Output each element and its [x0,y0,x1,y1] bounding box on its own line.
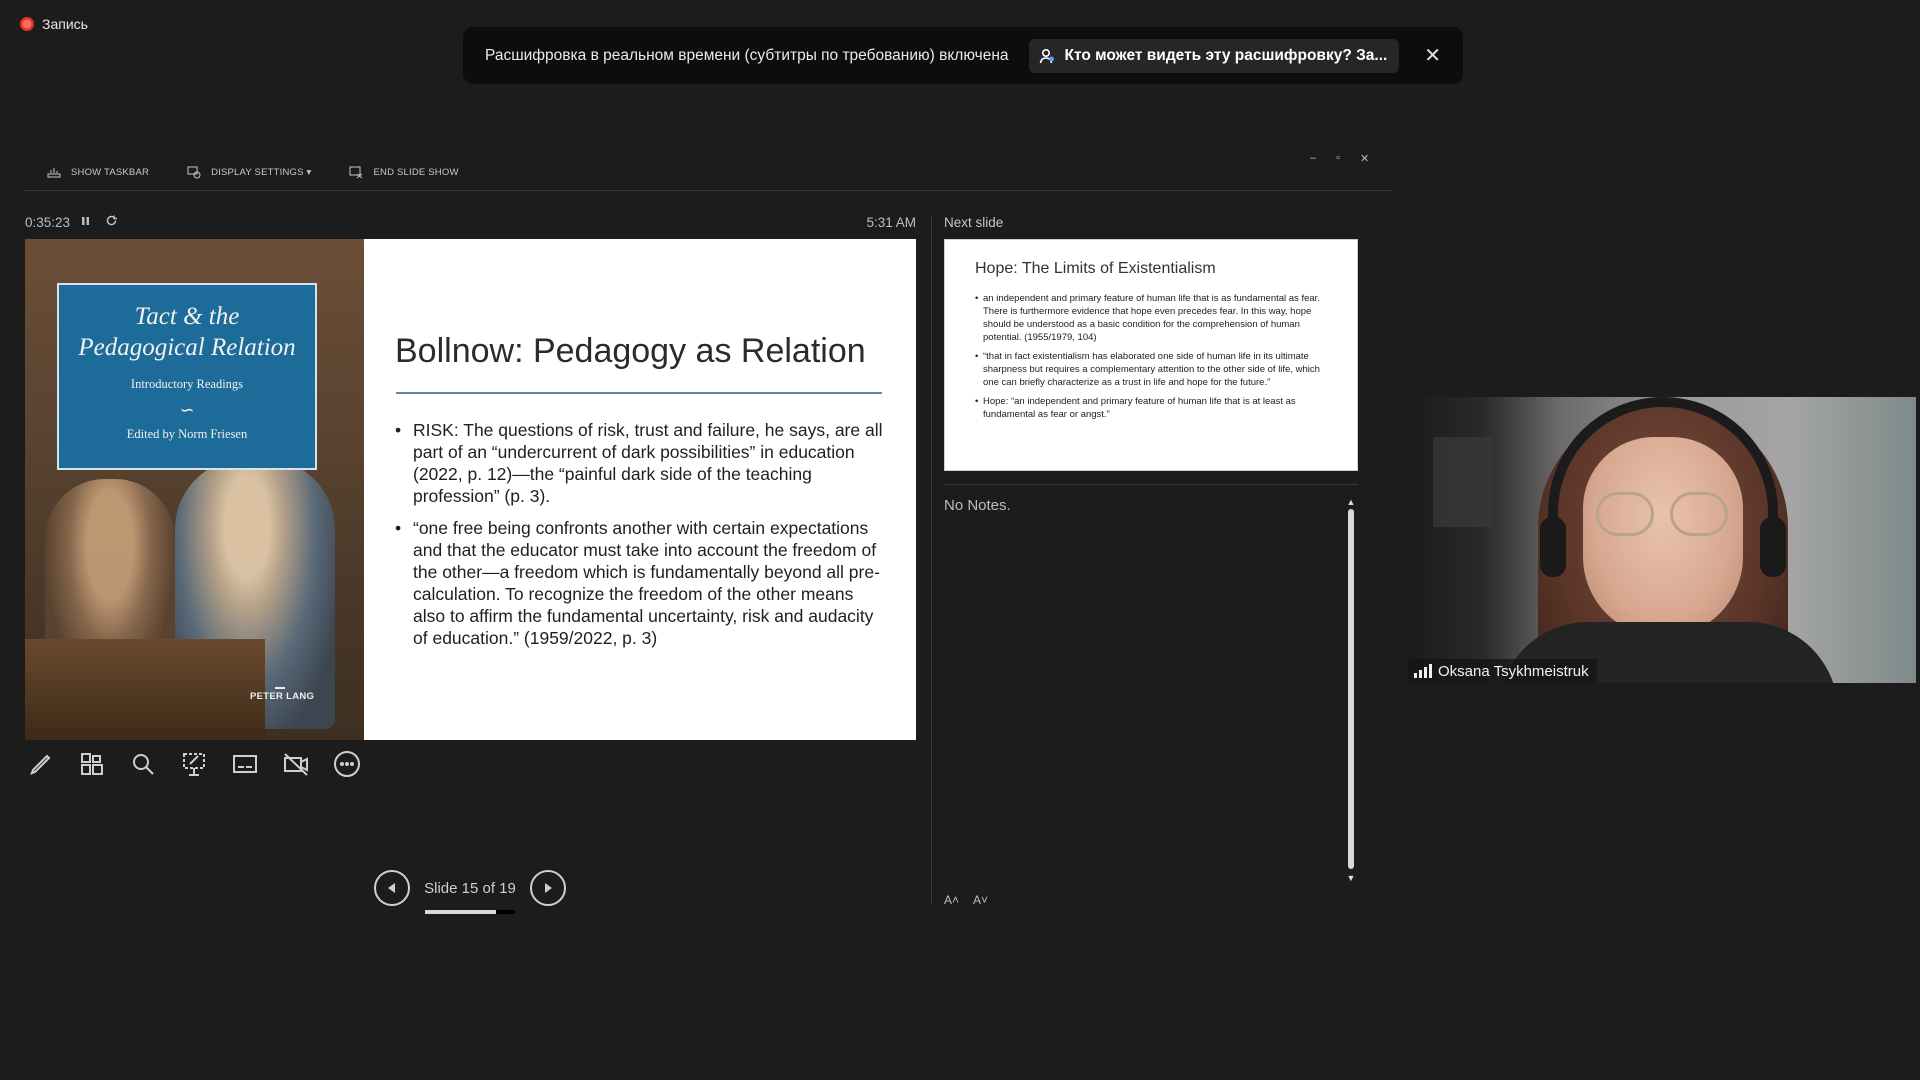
toolbar-divider [25,190,1393,191]
next-slide-title: Hope: The Limits of Existentialism [975,260,1216,277]
current-slide: Tact & the Pedagogical Relation Introduc… [25,239,916,740]
book-title-line1: Tact & the [134,303,240,330]
next-slide-bullet: “that in fact existentialism has elabora… [975,350,1327,389]
who-can-see-label: Кто может видеть эту расшифровку? За... [1064,46,1388,64]
display-settings-icon [187,166,201,179]
slide-bullet: RISK: The questions of risk, trust and f… [395,419,885,507]
see-all-slides-button[interactable] [76,748,108,780]
notes-scrollbar[interactable]: ▲ ▼ [1346,497,1356,883]
next-slide-bullet: Hope: “an independent and primary featur… [975,395,1327,421]
transcription-banner: Расшифровка в реальном времени (субтитры… [463,27,1463,84]
pause-timer-icon[interactable] [81,215,91,230]
participant-name-tag: Oksana Tsykhmeistruk [1408,659,1597,683]
arrow-left-icon [388,883,395,893]
painting-table [25,639,265,740]
slide-bullet: “one free being confronts another with c… [395,517,885,649]
headset-band [1548,397,1778,547]
scrollbar-thumb[interactable] [1348,509,1354,869]
who-can-see-button[interactable]: Кто может видеть эту расшифровку? За... [1028,38,1400,73]
subtitles-icon [233,755,257,773]
record-icon [20,17,34,31]
close-window-icon[interactable]: ✕ [1360,152,1369,165]
more-icon [334,751,360,777]
book-title-line2: Pedagogical Relation [78,334,296,361]
slide-title-rule [396,392,882,394]
camera-off-icon [284,753,308,776]
book-subtitle: Introductory Readings [130,377,244,391]
previous-slide-button[interactable] [374,870,410,906]
more-options-button[interactable] [331,748,363,780]
zoom-button[interactable] [127,748,159,780]
headset-cup-left [1540,517,1566,577]
reset-timer-icon[interactable] [105,214,118,230]
slide-progress-bar [425,909,515,914]
next-slide-bullet: an independent and primary feature of hu… [975,292,1327,344]
notes-font-controls: A˄ A˅ [944,893,988,907]
slide-counter: Slide 15 of 19 [424,879,516,914]
end-slide-show-label: END SLIDE SHOW [373,166,459,178]
pane-divider[interactable] [931,215,932,905]
scroll-up-icon[interactable]: ▲ [1346,497,1356,507]
pen-tool-button[interactable] [25,748,57,780]
publisher-logo-icon [275,677,285,689]
display-settings-button[interactable]: DISPLAY SETTINGS ▾ [187,165,311,179]
recording-label: Запись [42,16,88,32]
signal-strength-icon [1414,664,1432,678]
show-taskbar-label: SHOW TASKBAR [71,166,150,178]
taskbar-icon [47,168,61,178]
next-slide-bullets: an independent and primary feature of hu… [975,292,1327,421]
display-settings-label: DISPLAY SETTINGS ▾ [211,166,312,178]
decrease-font-icon[interactable]: A˅ [973,893,988,907]
grid-slides-icon [81,753,103,775]
camera-toggle-button[interactable] [280,748,312,780]
slide-navigation: Slide 15 of 19 [374,870,566,914]
next-slide-label: Next slide [944,215,1004,230]
scroll-down-icon[interactable]: ▼ [1346,873,1356,883]
book-publisher: PETER LANG [250,691,315,702]
presenter-toolbar: SHOW TASKBAR DISPLAY SETTINGS ▾ END SLID… [47,165,459,179]
show-taskbar-button[interactable]: SHOW TASKBAR [47,165,149,179]
banner-close-icon[interactable]: ✕ [1424,43,1441,68]
person-icon [1039,48,1054,63]
elapsed-timer: 0:35:23 [25,215,71,230]
participant-name: Oksana Tsykhmeistruk [1438,662,1589,680]
minimize-icon[interactable]: – [1310,152,1316,165]
increase-font-icon[interactable]: A˄ [944,893,959,907]
slide-title: Bollnow: Pedagogy as Relation [395,332,866,370]
slide-progress-fill [425,909,497,914]
book-swash: ∽ [179,400,195,420]
next-slide-button[interactable] [530,870,566,906]
recording-indicator: Запись [20,16,88,32]
presentation-icon [183,753,205,776]
book-cover-image: Tact & the Pedagogical Relation Introduc… [25,239,364,740]
subtitles-button[interactable] [229,748,261,780]
participant-video [1408,397,1916,683]
magnifier-icon [133,754,154,775]
presenter-tools [25,748,363,780]
end-show-icon [349,166,363,179]
slide-bullets: RISK: The questions of risk, trust and f… [395,419,885,659]
book-editor: Edited by Norm Friesen [126,427,248,441]
black-screen-button[interactable] [178,748,210,780]
speaker-notes[interactable]: No Notes. [944,497,1011,514]
notes-divider[interactable] [944,484,1358,485]
window-controls: – ▫ ✕ [1310,152,1369,165]
banner-message: Расшифровка в реальном времени (субтитры… [485,46,1009,64]
arrow-right-icon [545,883,552,893]
next-slide-preview[interactable]: Hope: The Limits of Existentialism an in… [944,239,1358,471]
slide-counter-label: Slide 15 of 19 [424,879,516,897]
end-slide-show-button[interactable]: END SLIDE SHOW [349,165,458,179]
restore-icon[interactable]: ▫ [1336,152,1340,165]
pen-icon [30,754,51,775]
timer-row: 0:35:23 5:31 AM [25,215,916,233]
headset-cup-right [1760,517,1786,577]
book-title-card: Tact & the Pedagogical Relation Introduc… [57,283,317,470]
current-time: 5:31 AM [866,215,916,230]
background-shelf [1433,437,1493,527]
